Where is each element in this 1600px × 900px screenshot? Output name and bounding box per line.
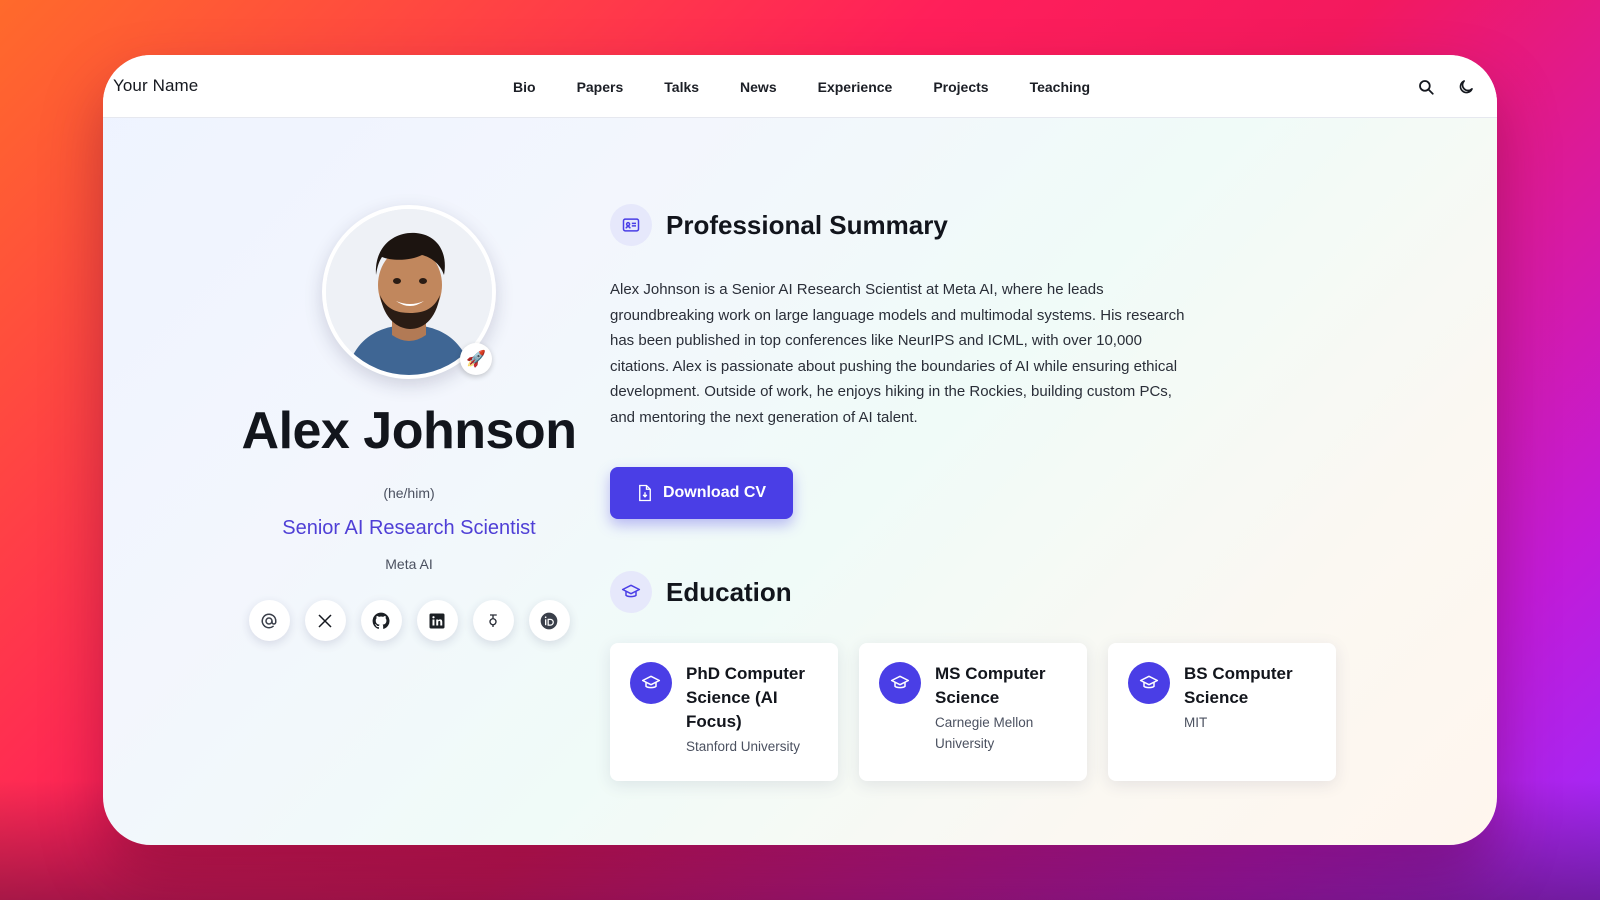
- avatar-wrapper: 🚀: [322, 205, 496, 379]
- nav-link-projects[interactable]: Projects: [933, 79, 988, 95]
- education-header: Education: [610, 571, 792, 613]
- x-icon[interactable]: [304, 600, 346, 641]
- nav-link-papers[interactable]: Papers: [577, 79, 624, 95]
- profile-name: Alex Johnson: [241, 402, 577, 460]
- file-download-icon: [639, 484, 651, 502]
- graduation-cap-icon: [630, 662, 672, 704]
- profile-card: 🚀 Alex Johnson (he/him) Senior AI Resear…: [229, 205, 589, 641]
- status-badge: 🚀: [460, 343, 492, 375]
- site-brand[interactable]: Your Name: [113, 76, 198, 96]
- education-degree: BS Computer Science: [1184, 664, 1293, 707]
- education-degree: MS Computer Science: [935, 664, 1046, 707]
- orcid-icon[interactable]: [528, 600, 570, 641]
- linkedin-icon[interactable]: [416, 600, 458, 641]
- nav-link-talks[interactable]: Talks: [664, 79, 699, 95]
- education-card: MS Computer Science Carnegie Mellon Univ…: [859, 643, 1087, 781]
- nav-link-experience[interactable]: Experience: [818, 79, 893, 95]
- email-icon[interactable]: [248, 600, 290, 641]
- graduation-cap-icon: [1128, 662, 1170, 704]
- profile-pronouns: (he/him): [383, 485, 435, 501]
- summary-header: Professional Summary: [610, 204, 948, 246]
- search-icon[interactable]: [1417, 78, 1435, 96]
- github-icon[interactable]: [360, 600, 402, 641]
- education-degree: PhD Computer Science (AI Focus): [686, 664, 805, 731]
- browser-window: Your Name Bio Papers Talks News Experien…: [103, 55, 1497, 845]
- download-cv-label: Download CV: [662, 484, 767, 501]
- moon-icon[interactable]: [1457, 78, 1475, 96]
- graduation-cap-icon: [610, 571, 652, 613]
- nav-link-bio[interactable]: Bio: [513, 79, 536, 95]
- download-cv-button[interactable]: Download CV: [610, 467, 793, 519]
- nav-link-news[interactable]: News: [740, 79, 777, 95]
- nav-links: Bio Papers Talks News Experience Project…: [513, 55, 1131, 118]
- education-school: Stanford University: [686, 739, 801, 754]
- education-school: MIT: [1184, 715, 1208, 730]
- profile-organization: Meta AI: [385, 556, 433, 572]
- graduation-cap-icon: [879, 662, 921, 704]
- education-school: Carnegie Mellon University: [935, 715, 1034, 751]
- education-card: BS Computer Science MIT: [1108, 643, 1336, 781]
- summary-text: Alex Johnson is a Senior AI Research Sci…: [610, 281, 1185, 426]
- profile-role: Senior AI Research Scientist: [282, 517, 536, 539]
- id-card-icon: [610, 204, 652, 246]
- education-card: PhD Computer Science (AI Focus) Stanford…: [610, 643, 838, 781]
- education-title: Education: [666, 576, 792, 607]
- education-list: PhD Computer Science (AI Focus) Stanford…: [610, 643, 1336, 781]
- nav-actions: [1417, 55, 1475, 118]
- top-navbar: Your Name Bio Papers Talks News Experien…: [103, 55, 1497, 118]
- nav-link-teaching[interactable]: Teaching: [1030, 79, 1090, 95]
- summary-title: Professional Summary: [666, 209, 948, 240]
- google-scholar-icon[interactable]: [472, 600, 514, 641]
- social-links: [229, 600, 589, 641]
